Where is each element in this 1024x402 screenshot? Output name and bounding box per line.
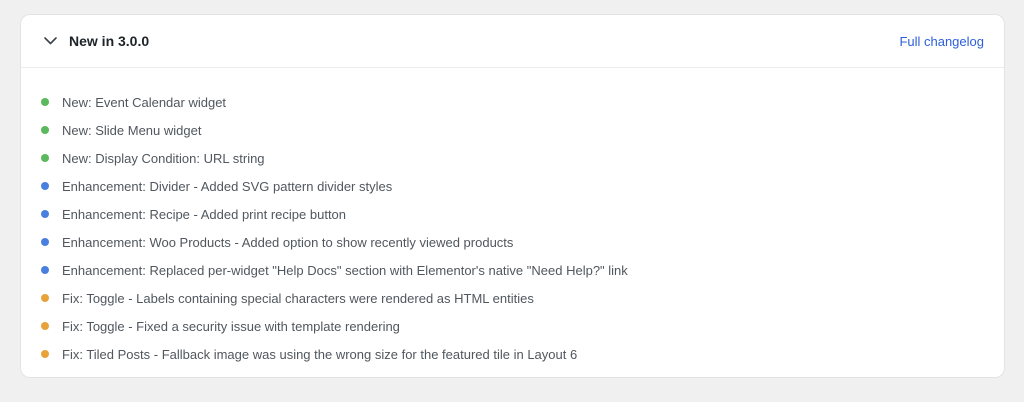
change-text: Enhancement: Divider - Added SVG pattern… [62,178,393,194]
fix-dot-icon [41,294,49,302]
new-dot-icon [41,154,49,162]
change-text: Fix: Toggle - Labels containing special … [62,290,534,306]
enhancement-dot-icon [41,238,49,246]
enhancement-dot-icon [41,210,49,218]
enhancement-dot-icon [41,182,49,190]
panel-header: New in 3.0.0 Full changelog [21,15,1004,68]
change-text: Enhancement: Replaced per-widget "Help D… [62,262,628,278]
list-item: Fix: Toggle - Labels containing special … [41,284,1004,312]
new-dot-icon [41,126,49,134]
list-item: Fix: Toggle - Fixed a security issue wit… [41,312,1004,340]
change-text: Fix: Tiled Posts - Fallback image was us… [62,346,578,362]
list-item: New: Event Calendar widget [41,88,1004,116]
chevron-down-icon[interactable] [43,34,57,48]
collapse-toggle[interactable]: New in 3.0.0 [43,33,149,49]
panel-title: New in 3.0.0 [69,33,150,49]
full-changelog-link[interactable]: Full changelog [899,34,984,49]
fix-dot-icon [41,350,49,358]
change-text: Enhancement: Recipe - Added print recipe… [62,206,347,222]
change-text: New: Slide Menu widget [62,122,202,138]
change-text: New: Event Calendar widget [62,94,227,110]
list-item: Enhancement: Divider - Added SVG pattern… [41,172,1004,200]
new-dot-icon [41,98,49,106]
list-item: Enhancement: Woo Products - Added option… [41,228,1004,256]
change-text: Fix: Toggle - Fixed a security issue wit… [62,318,400,334]
change-text: Enhancement: Woo Products - Added option… [62,234,514,250]
list-item: Enhancement: Recipe - Added print recipe… [41,200,1004,228]
list-item: Fix: Tiled Posts - Fallback image was us… [41,340,1004,368]
changelog-panel: New in 3.0.0 Full changelog New: Event C… [20,14,1005,378]
fix-dot-icon [41,322,49,330]
list-item: New: Slide Menu widget [41,116,1004,144]
list-item: New: Display Condition: URL string [41,144,1004,172]
change-list: New: Event Calendar widget New: Slide Me… [21,68,1004,368]
list-item: Enhancement: Replaced per-widget "Help D… [41,256,1004,284]
change-text: New: Display Condition: URL string [62,150,265,166]
enhancement-dot-icon [41,266,49,274]
